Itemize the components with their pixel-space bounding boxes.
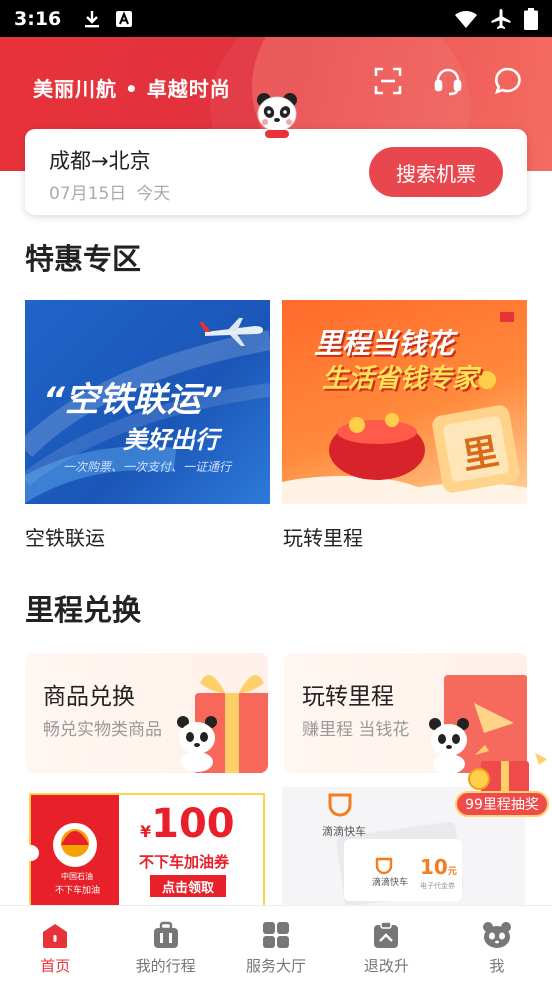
didi-ticket-brand: 滴滴快车: [372, 878, 409, 888]
wifi-icon: [454, 9, 478, 29]
air-rail-caption[interactable]: 空铁联运: [25, 522, 105, 551]
scan-icon[interactable]: [372, 65, 404, 97]
flight-search-card: 成都→北京 07月15日 今天 搜索机票: [25, 129, 527, 215]
bottom-tab-bar: 首页 我的行程 服务大厅 退改升 我: [0, 905, 552, 983]
search-flights-button[interactable]: 搜索机票: [369, 147, 503, 197]
message-icon[interactable]: [492, 65, 524, 97]
fuel-coupon-currency: ¥: [140, 822, 152, 841]
didi-brand: 滴滴快车: [322, 825, 366, 838]
goods-exchange-title: 商品兑换: [43, 684, 135, 710]
status-bar: 3:16: [0, 0, 552, 37]
miles-lottery-button[interactable]: 99里程抽奖: [455, 745, 549, 817]
miles-caption[interactable]: 玩转里程: [283, 522, 363, 551]
tab-change-refund[interactable]: 退改升: [331, 906, 441, 983]
grid-icon: [263, 922, 290, 948]
tab-service-hall-label: 服务大厅: [246, 957, 307, 975]
download-icon: [83, 9, 101, 29]
miles-promo-banner[interactable]: 里程当钱花 生活省钱专家 里: [282, 300, 527, 504]
customer-service-icon[interactable]: [432, 65, 464, 97]
exchange-section-title: 里程兑换: [25, 593, 142, 627]
clipboard-icon: [374, 921, 399, 948]
specials-section-title: 特惠专区: [25, 242, 142, 276]
gift-box-artwork: [177, 675, 268, 773]
air-rail-promo-banner[interactable]: “空铁联运” 美好出行 一次购票、一次支付、一证通行: [25, 300, 270, 504]
didi-ticket-value-row: 10元: [420, 855, 457, 879]
home-screen: 3:16 美丽川航 • 卓越时尚 成都→北京 07月15日 今天 搜索机票 特惠…: [0, 0, 552, 983]
air-rail-banner-note: 一次购票、一次支付、一证通行: [63, 460, 232, 474]
fuel-brand: 中国石油: [61, 872, 93, 881]
panda-mascot: [253, 90, 301, 138]
tab-home-label: 首页: [40, 957, 71, 975]
tab-me[interactable]: 我: [442, 906, 552, 983]
text-notification-icon: [115, 10, 133, 28]
departure-day: 今天: [136, 184, 171, 204]
air-rail-banner-subtitle: 美好出行: [123, 426, 219, 454]
date-selector[interactable]: 07月15日 今天: [49, 179, 170, 204]
miles-play-title: 玩转里程: [302, 684, 394, 710]
battery-icon: [524, 7, 538, 30]
fuel-coupon-card[interactable]: 中国石油 不下车加油 ¥100 不下车加油券 点击领取: [25, 787, 268, 907]
miles-play-subtitle: 赚里程 当钱花: [302, 720, 410, 740]
fuel-coupon-name: 不下车加油券: [139, 853, 230, 871]
status-time: 3:16: [14, 7, 62, 30]
home-icon: [43, 924, 68, 948]
miles-banner-line2: 生活省钱专家: [322, 364, 479, 394]
tab-change-refund-label: 退改升: [363, 957, 409, 975]
didi-ticket-unit: 元: [447, 867, 457, 877]
route-selector[interactable]: 成都→北京: [49, 145, 151, 175]
tab-my-trips-label: 我的行程: [135, 957, 196, 975]
fuel-coupon-amount: 100: [151, 801, 235, 847]
panda-face-icon: [482, 922, 511, 948]
lottery-label: 99里程抽奖: [455, 791, 549, 817]
air-rail-banner-title: “空铁联运”: [43, 380, 223, 420]
fuel-coupon-amount-row: ¥100: [140, 801, 235, 847]
lottery-gift-icon: [468, 745, 547, 797]
airplane-mode-icon: [490, 8, 512, 30]
tab-service-hall[interactable]: 服务大厅: [221, 906, 331, 983]
didi-ticket-note: 电子代金券: [420, 882, 455, 890]
goods-exchange-card[interactable]: 商品兑换 畅兑实物类商品: [25, 653, 268, 773]
didi-ticket-value: 10: [420, 855, 448, 879]
tab-my-trips[interactable]: 我的行程: [110, 906, 220, 983]
tab-home[interactable]: 首页: [0, 906, 110, 983]
goods-exchange-subtitle: 畅兑实物类商品: [43, 720, 162, 740]
fuel-coupon-claim-button[interactable]: 点击领取: [150, 877, 226, 896]
departure-date: 07月15日: [49, 184, 127, 204]
slogan: 美丽川航 • 卓越时尚: [33, 77, 231, 101]
miles-banner-line1: 里程当钱花: [314, 327, 455, 360]
fuel-brand-sub: 不下车加油: [55, 886, 101, 896]
panda-icon: [177, 716, 217, 772]
luggage-icon: [153, 921, 178, 948]
tab-me-label: 我: [489, 957, 505, 975]
